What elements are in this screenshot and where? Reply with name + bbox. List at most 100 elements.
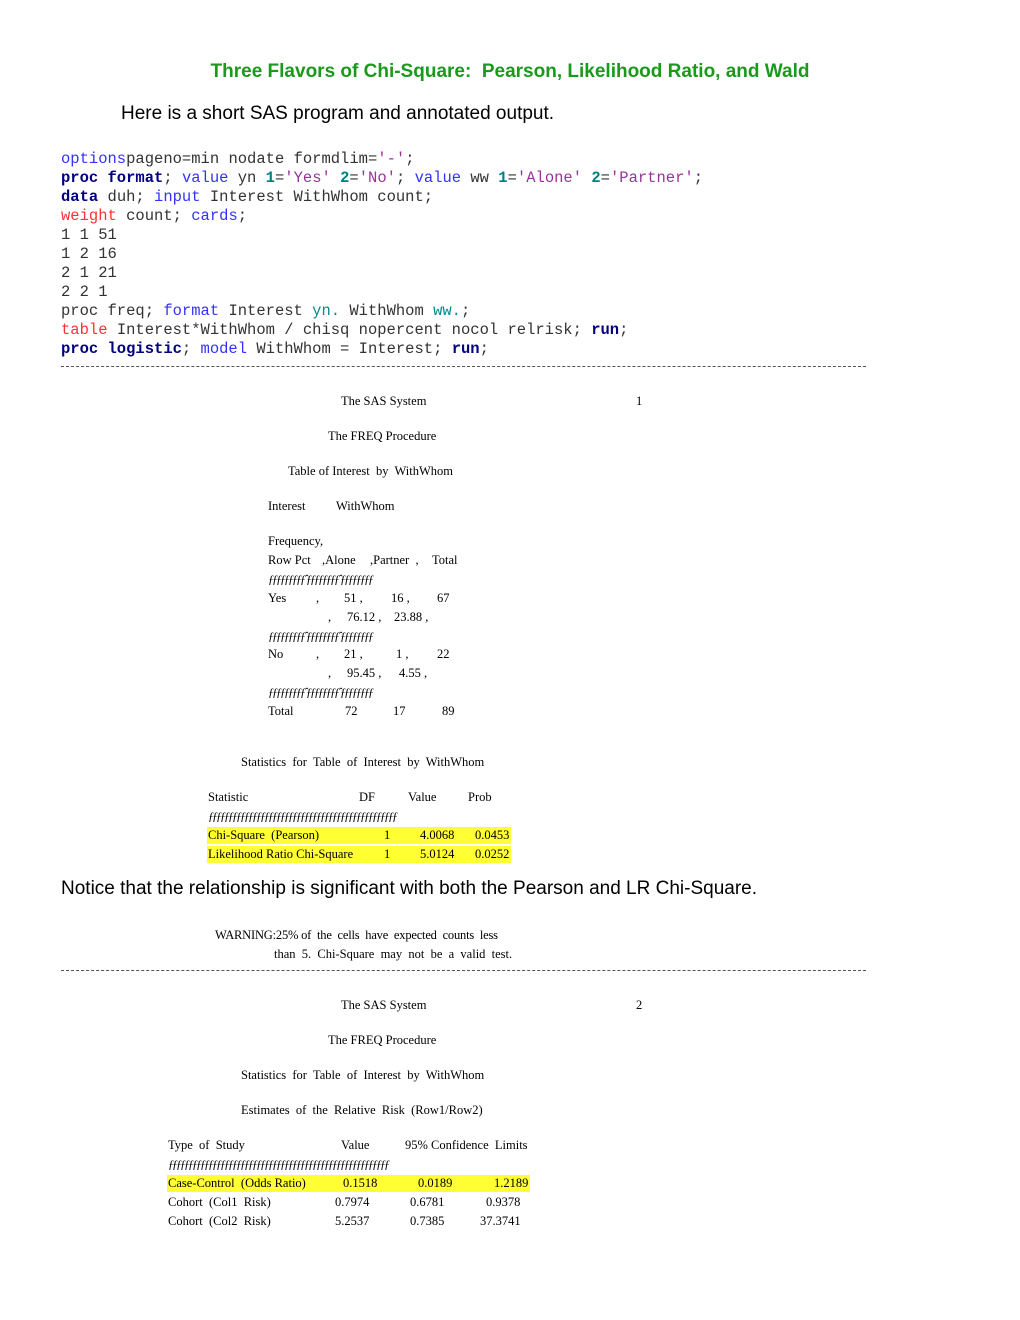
document-page: Three Flavors of Chi-Square: Pearson, Li…: [0, 0, 1020, 1320]
cell: 21 ,: [344, 647, 363, 661]
code-line: weight count; cards;: [61, 207, 247, 225]
separator: ƒƒƒƒƒƒƒƒƒƒƒƒƒƒƒƒƒƒƒƒƒƒƒƒƒƒƒƒƒƒƒƒƒƒƒƒƒƒƒƒ…: [168, 1157, 390, 1171]
warning-text: WARNING:25% of the cells have expected c…: [215, 928, 498, 942]
total-cell: 17: [393, 704, 406, 718]
stats-cell: 5.0124: [420, 847, 455, 861]
stats-title: Statistics for Table of Interest by With…: [241, 1068, 485, 1082]
stats-cell: 0.0453: [475, 828, 510, 842]
code-token: data: [61, 188, 99, 206]
total-cell: 72: [345, 704, 358, 718]
rr-cell: 0.1518: [343, 1176, 378, 1190]
cell: 16 ,: [391, 591, 410, 605]
code-token: Interest: [219, 302, 313, 320]
code-token: run: [591, 321, 620, 339]
rowpct-label: Row Pct: [268, 553, 311, 567]
rr-cell: 0.0189: [418, 1176, 453, 1190]
code-token: ;: [460, 302, 471, 320]
freq-label: Frequency,: [268, 534, 324, 548]
code-token: format: [163, 302, 220, 320]
code-line: 1 1 51: [61, 226, 117, 244]
rr-cell: Cohort (Col1 Risk): [168, 1195, 271, 1209]
code-token: ;: [693, 169, 703, 187]
code-token: 'Partner': [609, 169, 694, 187]
intro-text: Here is a short SAS program and annotate…: [121, 103, 555, 124]
code-token: proc format: [61, 169, 164, 187]
code-token: ww.: [433, 302, 461, 320]
code-token: ;: [619, 321, 629, 339]
cell: 22: [437, 647, 450, 661]
stats-cell: 4.0068: [420, 828, 455, 842]
stats-header: DF: [359, 790, 375, 804]
code-token: run: [451, 340, 480, 358]
code-token: 1: [265, 169, 275, 187]
code-token: Interest WithWhom count;: [200, 188, 434, 206]
stats-cell: Likelihood Ratio Chi-Square: [208, 847, 354, 861]
table-title: Table of Interest by WithWhom: [288, 464, 454, 478]
code-token: ;: [395, 169, 406, 187]
code-line: proc format; value yn 1='Yes' 2='No'; va…: [61, 169, 703, 187]
cell: 51 ,: [344, 591, 363, 605]
code-token: ww: [461, 169, 499, 187]
stats-cell: 1: [384, 828, 391, 842]
code-token: WithWhom = Interest;: [247, 340, 452, 358]
code-token: proc freq;: [61, 302, 164, 320]
notice-text: Notice that the relationship is signific…: [61, 878, 758, 899]
code-token: 1 1 51: [61, 226, 117, 244]
document-title: Three Flavors of Chi-Square: Pearson, Li…: [210, 61, 810, 82]
code-token: 1 2 16: [61, 245, 117, 263]
rr-cell: 0.7385: [410, 1214, 445, 1228]
code-token: 1: [498, 169, 508, 187]
code-token: table: [61, 321, 108, 339]
page-number: 1: [636, 394, 643, 408]
stats-cell: Chi-Square (Pearson): [208, 828, 320, 842]
code-token: weight: [61, 207, 117, 225]
stats-cell: 1: [384, 847, 391, 861]
code-token: =: [600, 169, 610, 187]
code-token: pageno=min nodate formdlim=: [126, 150, 378, 168]
rr-cell: 5.2537: [335, 1214, 370, 1228]
stats-title: Statistics for Table of Interest by With…: [241, 755, 485, 769]
separator: ƒƒƒƒƒƒƒƒƒƒƒƒƒƒƒƒƒƒƒƒƒƒƒƒƒƒƒƒƒƒƒƒƒƒƒƒƒƒƒƒ…: [208, 809, 398, 823]
warning-text: than 5. Chi-Square may not be a valid te…: [274, 947, 513, 961]
rr-header: Type of Study: [168, 1138, 245, 1152]
stats-header: Prob: [468, 790, 492, 804]
code-token: 2 2 1: [61, 283, 108, 301]
code-token: =: [274, 169, 285, 187]
sas-system-header: The SAS System: [341, 394, 427, 408]
code-token: ;: [237, 207, 248, 225]
code-token: 'Yes': [284, 169, 331, 187]
col-header: Total: [432, 553, 458, 567]
code-token: =: [507, 169, 517, 187]
stats-cell: 0.0252: [475, 847, 510, 861]
code-token: 2: [582, 169, 601, 187]
procedure-title: The FREQ Procedure: [328, 1033, 437, 1047]
col-header: ,Alone: [322, 553, 356, 567]
cell: 1 ,: [396, 647, 409, 661]
code-token: proc logistic: [61, 340, 182, 358]
code-token: count;: [116, 207, 192, 225]
cell: 67: [437, 591, 450, 605]
code-token: ;: [405, 150, 415, 168]
rr-header: 95% Confidence Limits: [405, 1138, 528, 1152]
code-line: proc freq; format Interest yn. WithWhom …: [61, 302, 470, 320]
code-line: optionspageno=min nodate formdlim='-';: [61, 150, 415, 168]
code-token: 2 1 21: [61, 264, 117, 282]
page-divider: [61, 970, 866, 971]
sas-system-header: The SAS System: [341, 998, 427, 1012]
code-token: 2: [330, 169, 350, 187]
code-line: data duh; input Interest WithWhom count;: [61, 188, 433, 206]
total-cell: 89: [442, 704, 455, 718]
code-token: 'No': [358, 169, 396, 187]
code-token: yn: [228, 169, 266, 187]
code-token: ;: [181, 340, 201, 358]
code-token: Interest*WithWhom / chisq nopercent noco…: [107, 321, 592, 339]
code-token: yn.: [312, 302, 341, 320]
rr-cell: Cohort (Col2 Risk): [168, 1214, 271, 1228]
cell-sep: ,: [316, 647, 320, 661]
rr-header: Value: [341, 1138, 370, 1152]
rr-cell: 37.3741: [480, 1214, 521, 1228]
code-token: ;: [479, 340, 489, 358]
rr-cell: Case-Control (Odds Ratio): [168, 1176, 306, 1190]
col-header: ,Partner ,: [370, 553, 419, 567]
code-line: 1 2 16: [61, 245, 117, 263]
